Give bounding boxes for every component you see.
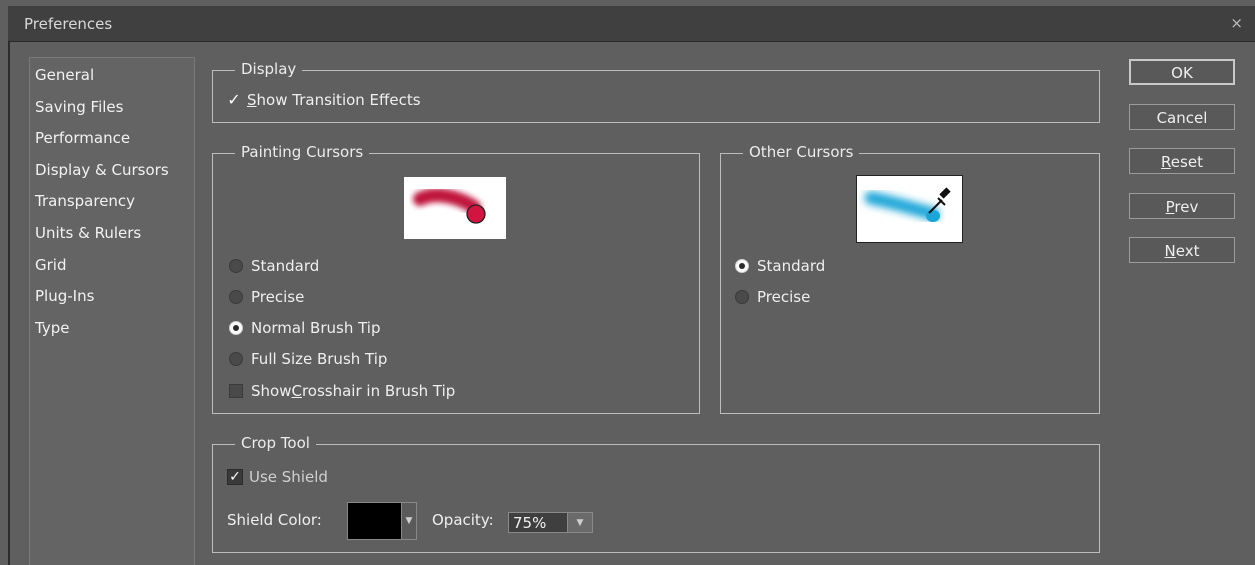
display-group: Display ✓ Show Transition Effects xyxy=(212,60,1100,123)
next-key: N xyxy=(1164,242,1176,260)
prev-button[interactable]: Prev xyxy=(1129,193,1235,219)
reset-key: R xyxy=(1161,153,1171,171)
show-crosshair-checkbox[interactable]: Show Crosshair in Brush Tip xyxy=(229,382,455,400)
sidebar-item-saving-files[interactable]: Saving Files xyxy=(35,98,123,116)
sidebar-item-type[interactable]: Type xyxy=(35,319,69,337)
sidebar-item-general[interactable]: General xyxy=(35,66,94,84)
radio-icon xyxy=(735,290,749,304)
other-cursors-legend: Other Cursors xyxy=(743,143,860,161)
painting-precise-label: Precise xyxy=(251,288,305,306)
sidebar-item-display-cursors[interactable]: Display & Cursors xyxy=(35,161,169,179)
crosshair-label-post: rosshair in Brush Tip xyxy=(301,382,456,400)
category-list: General Saving Files Performance Display… xyxy=(29,57,195,565)
painting-precise-radio[interactable]: Precise xyxy=(229,288,304,306)
next-button[interactable]: Next xyxy=(1129,237,1235,263)
reset-button[interactable]: Reset xyxy=(1129,148,1235,174)
shield-color-swatch[interactable]: ▼ xyxy=(347,502,417,540)
painting-normal-brush-tip-label: Normal Brush Tip xyxy=(251,319,381,337)
sidebar-item-grid[interactable]: Grid xyxy=(35,256,66,274)
show-transition-key: S xyxy=(247,91,257,109)
radio-icon xyxy=(229,352,243,366)
painting-standard-label: Standard xyxy=(251,257,320,275)
other-precise-label: Precise xyxy=(757,288,811,306)
brush-stroke-icon xyxy=(413,188,486,224)
reset-label: eset xyxy=(1170,153,1203,171)
painting-cursors-group: Painting Cursors Standard Precise Normal… xyxy=(212,143,700,414)
other-standard-radio[interactable]: Standard xyxy=(735,257,825,275)
other-standard-label: Standard xyxy=(757,257,826,275)
radio-icon xyxy=(229,259,243,273)
crosshair-label-key: C xyxy=(291,382,302,400)
shield-color-label: Shield Color: xyxy=(227,511,322,529)
show-transition-effects-checkbox[interactable]: ✓ Show Transition Effects xyxy=(227,90,421,109)
radio-selected-icon xyxy=(735,259,749,273)
checkbox-icon xyxy=(229,384,243,398)
other-precise-radio[interactable]: Precise xyxy=(735,288,810,306)
chevron-down-icon[interactable]: ▼ xyxy=(567,513,592,532)
checkmark-icon: ✓ xyxy=(227,90,241,109)
radio-icon xyxy=(229,290,243,304)
window-title: Preferences xyxy=(24,15,113,33)
painting-full-size-brush-tip-radio[interactable]: Full Size Brush Tip xyxy=(229,350,387,368)
use-shield-checkbox[interactable]: ✓ Use Shield xyxy=(227,468,328,486)
crosshair-label-pre: Show xyxy=(251,382,292,400)
cancel-button[interactable]: Cancel xyxy=(1129,104,1235,130)
painting-full-size-brush-tip-label: Full Size Brush Tip xyxy=(251,350,388,368)
sidebar-item-plug-ins[interactable]: Plug-Ins xyxy=(35,287,94,305)
other-cursor-preview xyxy=(856,175,963,243)
radio-selected-icon xyxy=(229,321,243,335)
prev-label: rev xyxy=(1174,198,1199,216)
show-transition-label: how Transition Effects xyxy=(256,91,421,109)
eyedropper-icon xyxy=(928,187,951,214)
title-bar: Preferences × xyxy=(8,6,1255,42)
next-label: ext xyxy=(1175,242,1200,260)
other-cursors-group: Other Cursors Standard Precise xyxy=(720,143,1100,414)
crop-tool-group: Crop Tool ✓ Use Shield Shield Color: Opa… xyxy=(212,434,1100,553)
opacity-select[interactable]: 75% ▼ xyxy=(508,512,593,533)
opacity-value[interactable]: 75% xyxy=(509,513,567,532)
chevron-down-icon[interactable]: ▼ xyxy=(401,503,416,539)
painting-normal-brush-tip-radio[interactable]: Normal Brush Tip xyxy=(229,319,381,337)
eyedropper-stroke-icon xyxy=(864,187,951,222)
display-legend: Display xyxy=(235,60,303,78)
checkmark-icon: ✓ xyxy=(227,469,243,485)
opacity-label: Opacity: xyxy=(432,511,494,529)
painting-standard-radio[interactable]: Standard xyxy=(229,257,319,275)
ok-button[interactable]: OK xyxy=(1129,59,1235,85)
painting-cursor-preview xyxy=(404,177,506,239)
sidebar-item-transparency[interactable]: Transparency xyxy=(35,192,135,210)
crop-tool-legend: Crop Tool xyxy=(235,434,316,452)
painting-cursors-legend: Painting Cursors xyxy=(235,143,370,161)
close-icon[interactable]: × xyxy=(1230,14,1243,32)
sidebar-item-units-rulers[interactable]: Units & Rulers xyxy=(35,224,141,242)
use-shield-label: Use Shield xyxy=(249,468,328,486)
window-left-edge xyxy=(8,42,10,565)
sidebar-item-performance[interactable]: Performance xyxy=(35,129,130,147)
